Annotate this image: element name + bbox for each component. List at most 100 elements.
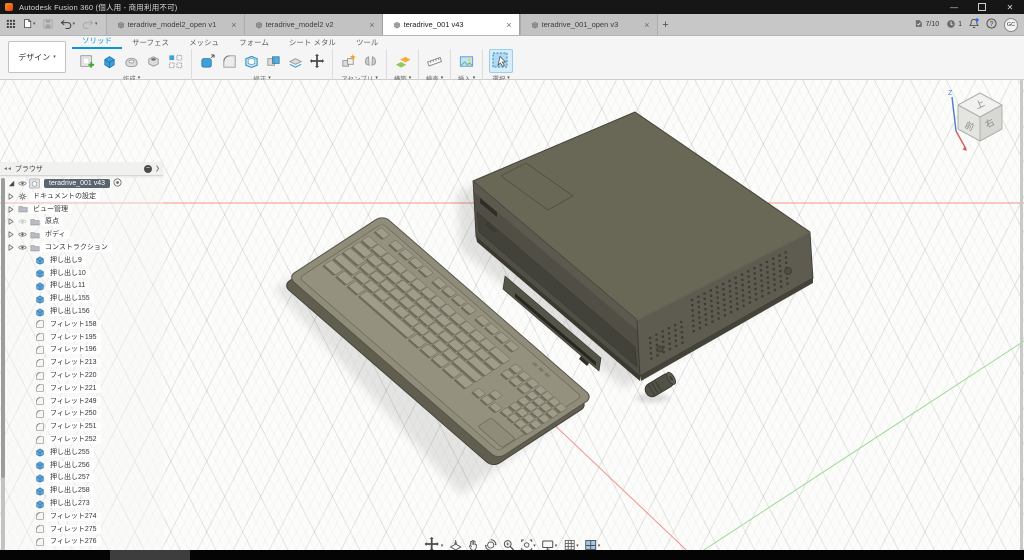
new-component-button[interactable] — [339, 52, 358, 71]
close-button[interactable]: ✕ — [996, 0, 1024, 14]
user-avatar[interactable]: GC — [1004, 18, 1018, 32]
panel-options-icon[interactable]: − — [144, 165, 152, 173]
notifications-button[interactable] — [969, 18, 979, 31]
chevron-right-icon[interactable]: ❯ — [155, 165, 160, 172]
browser-feature-row[interactable]: 押し出し258 — [6, 484, 163, 497]
browser-feature-row[interactable]: 押し出し156 — [6, 305, 163, 318]
measure-button[interactable] — [425, 52, 444, 71]
browser-header[interactable]: ◄◄ ブラウザ − ❯ — [0, 162, 163, 176]
tree-collapse-icon[interactable] — [6, 206, 16, 213]
eye-icon[interactable] — [16, 218, 28, 225]
tree-collapse-icon[interactable] — [6, 244, 16, 251]
browser-feature-row[interactable]: フィレット213 — [6, 356, 163, 369]
ribbon-tab-item[interactable]: シート メタル — [279, 37, 346, 49]
browser-feature-row[interactable]: フィレット251 — [6, 420, 163, 433]
taskbar-app-segment[interactable] — [110, 550, 190, 560]
activate-component-icon[interactable] — [113, 174, 122, 192]
viewcube[interactable]: Z 上 前 右 — [944, 83, 1016, 155]
gear-icon — [16, 192, 29, 201]
browser-feature-row[interactable]: 押し出し257 — [6, 472, 163, 485]
ribbon-tab-item[interactable]: メッシュ — [179, 37, 229, 49]
rectangular-pattern-button[interactable] — [166, 52, 185, 71]
restore-button[interactable] — [968, 0, 996, 14]
tree-expand-icon[interactable] — [6, 180, 16, 187]
close-icon[interactable]: × — [228, 20, 239, 30]
browser-root-row[interactable]: teradrive_001 v43 — [6, 176, 163, 190]
browser-feature-row[interactable]: 押し出し255 — [6, 446, 163, 459]
ribbon-tab-active[interactable]: ソリッド — [72, 37, 122, 49]
browser-feature-row[interactable]: フィレット220 — [6, 369, 163, 382]
browser-feature-row[interactable]: フィレット221 — [6, 382, 163, 395]
shell-button[interactable] — [242, 52, 261, 71]
browser-feature-row[interactable]: 押し出し9 — [6, 254, 163, 267]
design-workspace-menu[interactable]: デザイン ▾ — [8, 41, 66, 73]
new-tab-button[interactable]: + — [658, 14, 674, 35]
browser-folder-row[interactable]: ドキュメントの設定 — [6, 190, 163, 203]
browser-feature-row[interactable]: フィレット195 — [6, 331, 163, 344]
move-button[interactable] — [308, 52, 326, 70]
ribbon-tools — [489, 49, 513, 73]
help-button[interactable]: ? — [986, 18, 997, 31]
viewport-right-edge — [1020, 80, 1023, 550]
document-tab[interactable]: teradrive_001 v43× — [382, 14, 520, 35]
app-launcher-button[interactable] — [6, 16, 16, 34]
browser-scrollbar[interactable] — [1, 178, 5, 560]
joint-button[interactable] — [361, 52, 380, 71]
minimize-button[interactable]: — — [940, 0, 968, 14]
fillet-feature-icon — [33, 358, 46, 368]
browser-feature-row[interactable]: フィレット250 — [6, 408, 163, 421]
hole-button[interactable] — [144, 52, 163, 71]
fillet-feature-icon — [33, 524, 46, 534]
eye-icon[interactable] — [16, 231, 28, 238]
fillet-button[interactable] — [220, 52, 239, 71]
extension-timer-button[interactable]: 1 — [946, 19, 962, 31]
browser-folder-row[interactable]: 原点 — [6, 216, 163, 229]
ribbon-tab-item[interactable]: フォーム — [229, 37, 279, 49]
model-viewport[interactable]: Z 上 前 右 ◄◄ ブラウザ − ❯ teradrive_001 v43ドキュ… — [0, 80, 1024, 550]
eye-icon[interactable] — [16, 244, 28, 251]
tree-collapse-icon[interactable] — [6, 193, 16, 200]
select-button[interactable] — [489, 49, 513, 73]
revolve-button[interactable] — [122, 52, 141, 71]
browser-feature-row[interactable]: フィレット249 — [6, 395, 163, 408]
construction-plane-button[interactable] — [393, 52, 412, 71]
tree-collapse-icon[interactable] — [6, 218, 16, 225]
document-tab[interactable]: teradrive_model2_open v1× — [106, 14, 244, 35]
browser-feature-row[interactable]: フィレット252 — [6, 433, 163, 446]
eye-icon[interactable] — [16, 180, 28, 187]
browser-folder-row[interactable]: ビュー管理 — [6, 203, 163, 216]
browser-feature-row[interactable]: フィレット158 — [6, 318, 163, 331]
job-status-button[interactable]: 7/10 — [914, 19, 939, 30]
close-icon[interactable]: × — [366, 20, 377, 30]
browser-feature-row[interactable]: 押し出し273 — [6, 497, 163, 510]
ribbon-tab-item[interactable]: サーフェス — [122, 37, 179, 49]
browser-feature-row[interactable]: フィレット275 — [6, 523, 163, 536]
file-menu-button[interactable]: ▾ — [23, 16, 36, 34]
press-pull-button[interactable] — [198, 52, 217, 71]
tab-label: teradrive_model2 v2 — [266, 20, 367, 29]
browser-feature-row[interactable]: フィレット276 — [6, 536, 163, 549]
insert-image-button[interactable] — [457, 52, 476, 71]
create-sketch-button[interactable] — [78, 52, 97, 71]
save-button[interactable] — [43, 16, 53, 34]
browser-folder-row[interactable]: ボディ — [6, 228, 163, 241]
close-icon[interactable]: × — [503, 20, 514, 30]
undo-button[interactable]: ▾ — [60, 16, 76, 34]
browser-feature-row[interactable]: 押し出し155 — [6, 292, 163, 305]
browser-feature-row[interactable]: フィレット196 — [6, 344, 163, 357]
redo-button[interactable]: ▾ — [82, 16, 98, 34]
document-tab[interactable]: teradrive_model2 v2× — [244, 14, 382, 35]
tree-collapse-icon[interactable] — [6, 231, 16, 238]
browser-feature-row[interactable]: 押し出し10 — [6, 267, 163, 280]
browser-feature-row[interactable]: 押し出し11 — [6, 280, 163, 293]
combine-button[interactable] — [264, 52, 283, 71]
close-icon[interactable]: × — [641, 20, 652, 30]
collapse-icon[interactable]: ◄◄ — [3, 166, 11, 172]
document-tab[interactable]: teradrive_001_open v3× — [520, 14, 658, 35]
browser-feature-row[interactable]: 押し出し256 — [6, 459, 163, 472]
ribbon-tab-item[interactable]: ツール — [346, 37, 389, 49]
browser-folder-row[interactable]: コンストラクション — [6, 241, 163, 254]
browser-feature-row[interactable]: フィレット274 — [6, 510, 163, 523]
extrude-button[interactable] — [100, 52, 119, 71]
offset-face-button[interactable] — [286, 52, 305, 71]
